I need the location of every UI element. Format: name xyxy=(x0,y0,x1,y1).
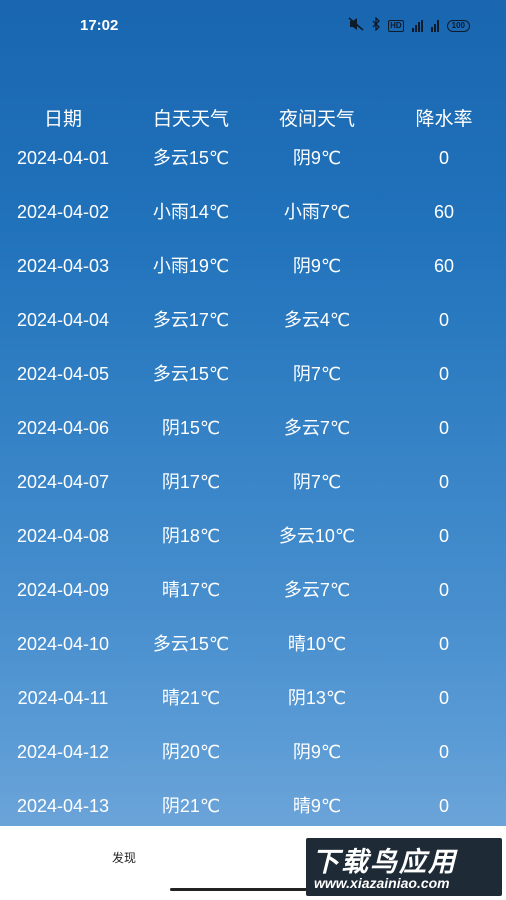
date-cell: 2024-04-03 xyxy=(16,256,110,276)
table-row: 2024-04-07 阴17℃ 阴7℃ 0 xyxy=(0,467,506,497)
night-weather-cell: 阴9℃ xyxy=(292,742,342,762)
day-weather-cell: 小雨19℃ xyxy=(152,256,230,276)
status-icons: HD 100 xyxy=(348,16,470,34)
table-row: 2024-04-03 小雨19℃ 阴9℃ 60 xyxy=(0,251,506,281)
date-cell: 2024-04-05 xyxy=(16,364,110,384)
watermark-main-text: 下载鸟应用 xyxy=(312,847,457,877)
day-weather-cell: 阴21℃ xyxy=(161,796,221,816)
date-cell: 2024-04-02 xyxy=(16,202,110,222)
table-row: 2024-04-01 多云15℃ 阴9℃ 0 xyxy=(0,143,506,173)
date-cell: 2024-04-08 xyxy=(16,526,110,546)
table-row: 2024-04-06 阴15℃ 多云7℃ 0 xyxy=(0,413,506,443)
table-row: 2024-04-08 阴18℃ 多云10℃ 0 xyxy=(0,521,506,551)
status-time: 17:02 xyxy=(80,17,119,34)
night-weather-cell: 阴7℃ xyxy=(292,472,342,492)
night-weather-cell: 多云7℃ xyxy=(283,418,351,438)
day-weather-cell: 多云17℃ xyxy=(152,310,230,330)
table-row: 2024-04-13 阴21℃ 晴9℃ 0 xyxy=(0,791,506,821)
date-cell: 2024-04-12 xyxy=(16,742,110,762)
date-cell: 2024-04-06 xyxy=(16,418,110,438)
weather-forecast-screen: 17:02 HD 100 日期 白天天气 夜间天气 降水率 2024-04-01… xyxy=(0,0,506,900)
precipitation-cell: 0 xyxy=(438,742,450,762)
precipitation-cell: 60 xyxy=(433,256,455,276)
table-row: 2024-04-10 多云15℃ 晴10℃ 0 xyxy=(0,629,506,659)
night-weather-cell: 阴7℃ xyxy=(292,364,342,384)
night-weather-cell: 多云10℃ xyxy=(278,526,356,546)
precipitation-cell: 0 xyxy=(438,148,450,168)
bluetooth-icon xyxy=(372,16,380,34)
nav-discover-tab[interactable]: 发现 xyxy=(112,849,136,866)
day-weather-cell: 阴17℃ xyxy=(161,472,221,492)
table-row: 2024-04-04 多云17℃ 多云4℃ 0 xyxy=(0,305,506,335)
date-cell: 2024-04-04 xyxy=(16,310,110,330)
header-night-weather: 夜间天气 xyxy=(278,109,356,130)
precipitation-cell: 0 xyxy=(438,310,450,330)
status-bar: 17:02 HD 100 xyxy=(0,0,506,52)
precipitation-cell: 0 xyxy=(438,364,450,384)
header-precipitation: 降水率 xyxy=(415,109,473,130)
table-row: 2024-04-02 小雨14℃ 小雨7℃ 60 xyxy=(0,197,506,227)
night-weather-cell: 阴9℃ xyxy=(292,148,342,168)
night-weather-cell: 小雨7℃ xyxy=(283,202,351,222)
table-row: 2024-04-12 阴20℃ 阴9℃ 0 xyxy=(0,737,506,767)
table-header-row: 日期 白天天气 夜间天气 降水率 xyxy=(0,105,506,135)
date-cell: 2024-04-01 xyxy=(16,148,110,168)
precipitation-cell: 0 xyxy=(438,796,450,816)
day-weather-cell: 阴20℃ xyxy=(161,742,221,762)
date-cell: 2024-04-13 xyxy=(16,796,110,816)
precipitation-cell: 0 xyxy=(438,688,450,708)
signal-icon xyxy=(430,19,439,32)
date-cell: 2024-04-09 xyxy=(16,580,110,600)
night-weather-cell: 晴9℃ xyxy=(292,796,342,816)
date-cell: 2024-04-11 xyxy=(17,688,109,708)
precipitation-cell: 0 xyxy=(438,418,450,438)
date-cell: 2024-04-07 xyxy=(16,472,110,492)
table-row: 2024-04-05 多云15℃ 阴7℃ 0 xyxy=(0,359,506,389)
watermark-url-text: www.xiazainiao.com xyxy=(314,875,450,891)
night-weather-cell: 多云4℃ xyxy=(283,310,351,330)
battery-icon: 100 xyxy=(446,19,470,32)
mute-icon xyxy=(348,17,364,34)
night-weather-cell: 晴10℃ xyxy=(287,634,347,654)
day-weather-cell: 阴18℃ xyxy=(161,526,221,546)
header-date: 日期 xyxy=(43,109,83,130)
table-row: 2024-04-11 晴21℃ 阴13℃ 0 xyxy=(0,683,506,713)
header-day-weather: 白天天气 xyxy=(152,109,230,130)
day-weather-cell: 小雨14℃ xyxy=(152,202,230,222)
hd-icon: HD xyxy=(388,19,404,32)
day-weather-cell: 多云15℃ xyxy=(152,364,230,384)
night-weather-cell: 多云7℃ xyxy=(283,580,351,600)
table-row: 2024-04-09 晴17℃ 多云7℃ 0 xyxy=(0,575,506,605)
day-weather-cell: 多云15℃ xyxy=(152,634,230,654)
precipitation-cell: 60 xyxy=(433,202,455,222)
day-weather-cell: 晴17℃ xyxy=(161,580,221,600)
date-cell: 2024-04-10 xyxy=(16,634,110,654)
precipitation-cell: 0 xyxy=(438,526,450,546)
signal-5g-icon xyxy=(411,19,423,32)
day-weather-cell: 晴21℃ xyxy=(161,688,221,708)
precipitation-cell: 0 xyxy=(438,472,450,492)
night-weather-cell: 阴9℃ xyxy=(292,256,342,276)
precipitation-cell: 0 xyxy=(438,634,450,654)
precipitation-cell: 0 xyxy=(438,580,450,600)
night-weather-cell: 阴13℃ xyxy=(287,688,347,708)
day-weather-cell: 阴15℃ xyxy=(161,418,221,438)
day-weather-cell: 多云15℃ xyxy=(152,148,230,168)
watermark-logo: 下载鸟应用 www.xiazainiao.com xyxy=(306,838,502,896)
